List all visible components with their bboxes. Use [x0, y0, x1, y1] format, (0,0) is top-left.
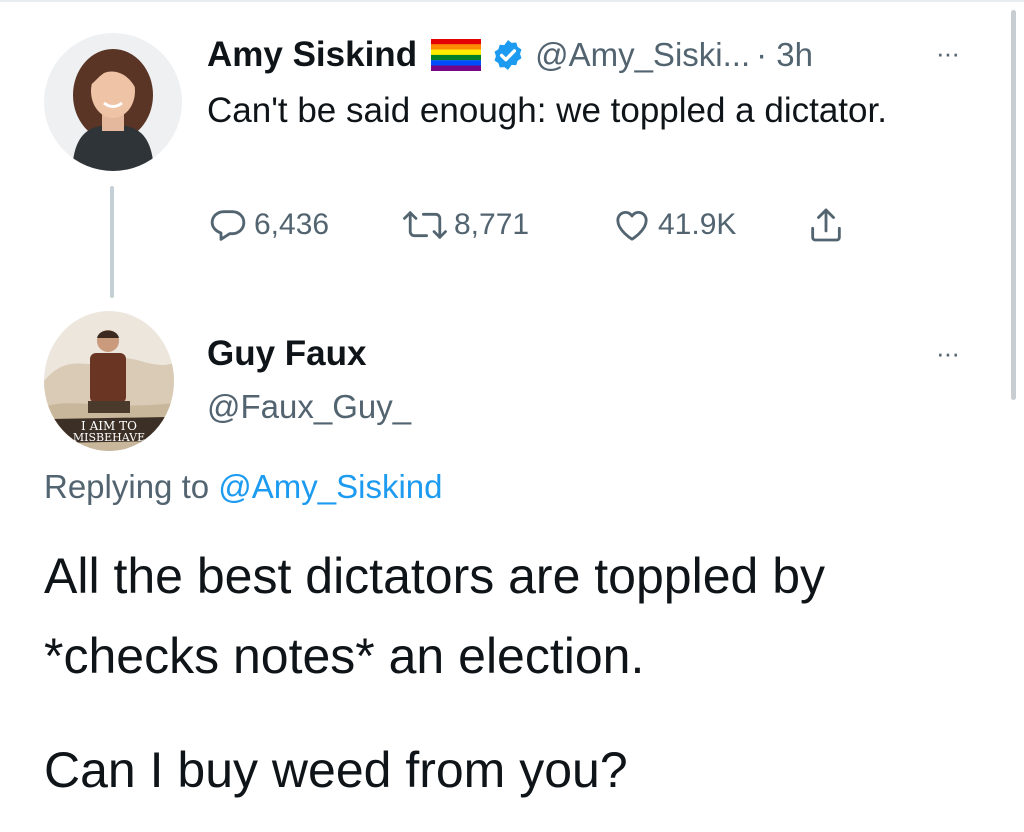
reply-icon [210, 210, 246, 241]
more-options-icon[interactable]: ··· [936, 40, 960, 66]
share-button[interactable] [806, 203, 852, 247]
avatar-caption-line2: MISBEHAVE [73, 431, 145, 444]
rainbow-flag-icon [431, 39, 482, 71]
retweet-icon [403, 211, 447, 239]
tweet-timestamp[interactable]: · 3h [756, 36, 813, 74]
like-count: 41.9K [658, 208, 737, 241]
reply-button[interactable]: 6,436 [208, 203, 329, 247]
avatar-guy-faux[interactable]: I AIM TO MISBEHAVE [44, 311, 174, 451]
top-divider [0, 0, 1024, 2]
reply-author-display-name[interactable]: Guy Faux [207, 334, 366, 374]
share-icon [811, 208, 841, 242]
author-handle[interactable]: @Amy_Siski... [535, 36, 750, 74]
retweet-count: 8,771 [454, 208, 530, 241]
avatar-amy-siskind[interactable] [44, 33, 182, 171]
verified-badge-icon [491, 38, 525, 72]
reply-text-paragraph-1: All the best dictators are toppled by *c… [44, 548, 826, 684]
reply-count: 6,436 [254, 208, 330, 241]
thread-connector-line [110, 186, 114, 298]
scrollbar[interactable] [1011, 10, 1016, 400]
author-display-name[interactable]: Amy Siskind [207, 35, 417, 75]
retweet-button[interactable]: 8,771 [402, 203, 529, 247]
reply-more-options-icon[interactable]: ··· [936, 340, 960, 366]
reply-text-paragraph-2: Can I buy weed from you? [44, 742, 628, 798]
heart-icon [616, 211, 648, 241]
original-tweet-text: Can't be said enough: we toppled a dicta… [207, 91, 887, 130]
like-button[interactable]: 41.9K [612, 203, 736, 247]
replying-to-mention-link[interactable]: @Amy_Siskind [218, 468, 442, 505]
replying-to-label: Replying to [44, 468, 219, 505]
reply-author-handle[interactable]: @Faux_Guy_ [207, 388, 411, 426]
replying-to-line: Replying to @Amy_Siskind [44, 468, 443, 506]
original-tweet-header: Amy Siskind @Amy_Siski... · 3h [207, 30, 813, 80]
